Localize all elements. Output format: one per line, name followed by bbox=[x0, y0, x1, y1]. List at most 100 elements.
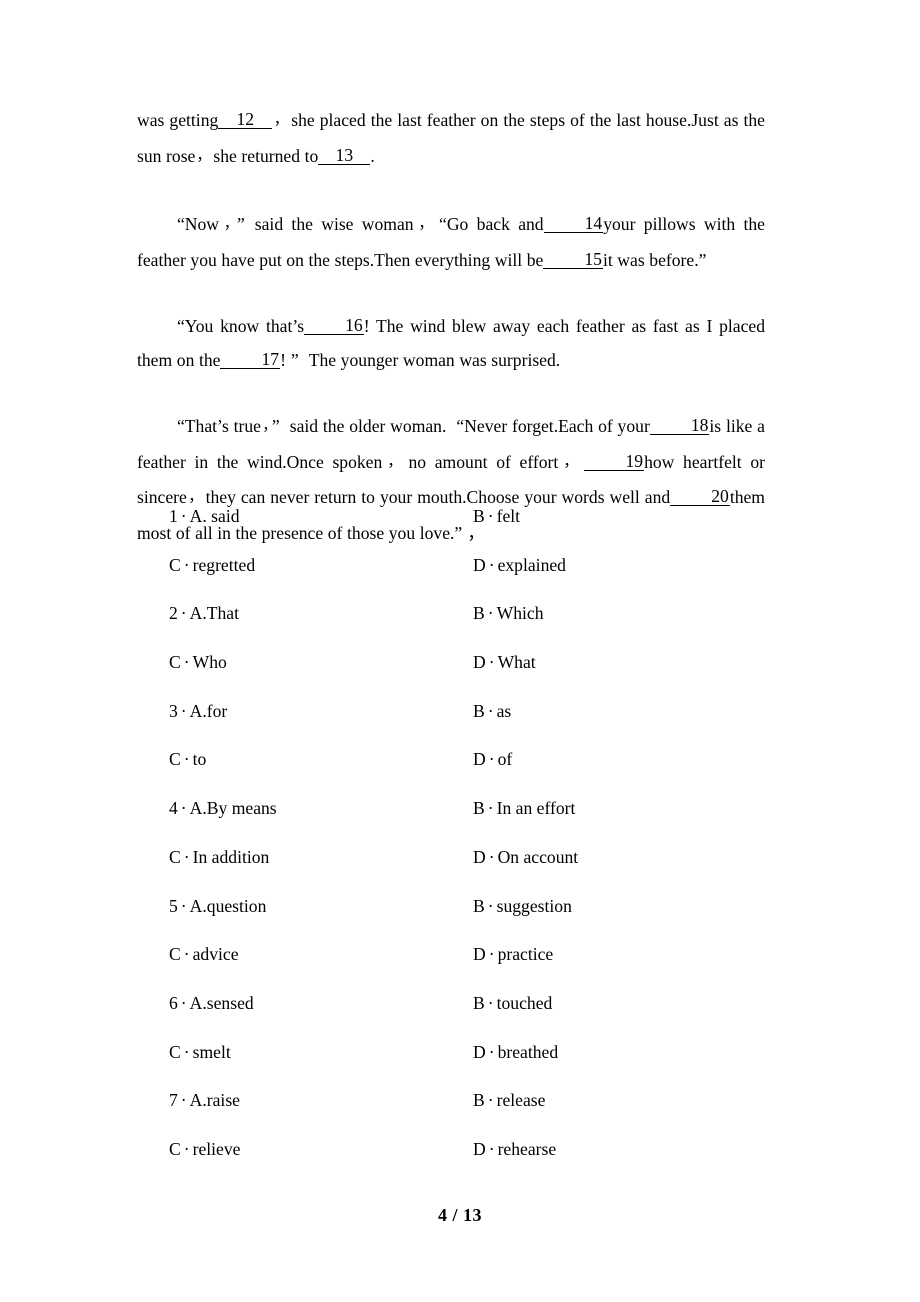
option-row: C · smelt D · breathed bbox=[137, 1028, 777, 1077]
ideographic-comma: ， bbox=[261, 418, 270, 434]
option-letter: C bbox=[169, 749, 181, 770]
middot-separator: · bbox=[487, 895, 494, 916]
option-letter: A. bbox=[189, 895, 207, 916]
option-text: In an effort bbox=[496, 798, 576, 819]
passage-text: was getting bbox=[137, 110, 219, 130]
cloze-blank-18[interactable]: 18 bbox=[649, 416, 710, 436]
cloze-blank-13[interactable]: 13 bbox=[318, 145, 371, 165]
option-letter: B bbox=[473, 895, 485, 916]
cloze-blank-12[interactable]: 12 bbox=[218, 110, 273, 130]
option-letter: B bbox=[473, 992, 485, 1013]
option-2-c[interactable]: C · Who bbox=[169, 638, 227, 687]
option-letter: C bbox=[169, 944, 181, 965]
option-2-d[interactable]: D · What bbox=[473, 638, 536, 687]
option-text: advice bbox=[192, 944, 239, 965]
question-number: 7 bbox=[169, 1090, 178, 1111]
middot-separator: · bbox=[487, 992, 494, 1013]
middot-separator: · bbox=[183, 749, 190, 770]
option-7-d[interactable]: D · rehearse bbox=[473, 1125, 556, 1174]
option-letter: D bbox=[473, 846, 486, 867]
option-7-b[interactable]: B · release bbox=[473, 1076, 545, 1125]
option-row: C · regretted D · explained bbox=[137, 541, 777, 590]
option-row: C · Who D · What bbox=[137, 638, 777, 687]
middot-separator: · bbox=[488, 749, 495, 770]
passage-text: it was before.” bbox=[602, 249, 707, 270]
option-1-d[interactable]: D · explained bbox=[473, 541, 566, 590]
option-3-c[interactable]: C · to bbox=[169, 735, 206, 784]
middot-separator: · bbox=[183, 652, 190, 673]
option-5-c[interactable]: C · advice bbox=[169, 930, 239, 979]
option-6-d[interactable]: D · breathed bbox=[473, 1028, 558, 1077]
option-letter: B bbox=[473, 798, 485, 819]
passage-text: “That’s true bbox=[177, 416, 261, 436]
option-text: relieve bbox=[192, 1138, 241, 1159]
option-letter: C bbox=[169, 1041, 181, 1062]
option-text: for bbox=[206, 700, 228, 721]
option-text: raise bbox=[206, 1090, 240, 1111]
option-row: 4 · A.By means B · In an effort bbox=[137, 784, 777, 833]
option-text: felt bbox=[496, 506, 521, 526]
option-letter: D bbox=[473, 1138, 486, 1159]
middot-separator: · bbox=[487, 603, 494, 624]
option-letter: D bbox=[473, 749, 486, 770]
option-text: as bbox=[496, 700, 512, 721]
middot-separator: · bbox=[183, 554, 190, 575]
option-row: 7 · A.raise B · release bbox=[137, 1076, 777, 1125]
option-letter: B bbox=[473, 603, 485, 624]
cloze-blank-17[interactable]: 17 bbox=[220, 349, 281, 369]
option-7-a[interactable]: 7 · A.raise bbox=[169, 1076, 240, 1125]
passage-text: “Never forget.Each of your bbox=[456, 416, 650, 436]
option-4-c[interactable]: C · In addition bbox=[169, 833, 269, 882]
option-text: breathed bbox=[497, 1041, 559, 1062]
ideographic-comma: ， bbox=[196, 147, 212, 164]
cloze-blank-16[interactable]: 16 bbox=[304, 316, 364, 336]
option-letter: C bbox=[169, 554, 181, 575]
option-text: of bbox=[497, 749, 513, 770]
passage-text: she returned to bbox=[213, 145, 319, 166]
middot-separator: · bbox=[488, 554, 495, 575]
option-4-a[interactable]: 4 · A.By means bbox=[169, 784, 277, 833]
option-1-b[interactable]: B · felt bbox=[473, 492, 520, 541]
cloze-blank-19[interactable]: 19 bbox=[584, 451, 645, 471]
option-5-d[interactable]: D · practice bbox=[473, 930, 553, 979]
middot-separator: · bbox=[183, 944, 190, 965]
option-3-a[interactable]: 3 · A.for bbox=[169, 687, 227, 736]
option-letter: A. bbox=[189, 506, 207, 526]
option-4-d[interactable]: D · On account bbox=[473, 833, 578, 882]
ideographic-comma: ， bbox=[273, 112, 290, 128]
option-3-b[interactable]: B · as bbox=[473, 687, 511, 736]
passage-text: ” bbox=[290, 349, 299, 370]
option-1-c[interactable]: C · regretted bbox=[169, 541, 255, 590]
option-row: 1 · A. said B · felt bbox=[137, 492, 777, 541]
option-text: Who bbox=[192, 652, 227, 673]
option-row: C · In addition D · On account bbox=[137, 833, 777, 882]
option-6-c[interactable]: C · smelt bbox=[169, 1028, 231, 1077]
option-letter: C bbox=[169, 846, 181, 867]
option-5-b[interactable]: B · suggestion bbox=[473, 882, 572, 931]
option-4-b[interactable]: B · In an effort bbox=[473, 784, 575, 833]
cloze-blank-15[interactable]: 15 bbox=[543, 249, 603, 269]
option-5-a[interactable]: 5 · A.question bbox=[169, 882, 266, 931]
middot-separator: · bbox=[488, 944, 495, 965]
option-6-a[interactable]: 6 · A.sensed bbox=[169, 979, 254, 1028]
option-1-a[interactable]: 1 · A. said bbox=[169, 492, 240, 541]
middot-separator: · bbox=[487, 506, 494, 526]
option-letter: A. bbox=[189, 1090, 207, 1111]
passage-text: ” bbox=[271, 416, 280, 436]
option-3-d[interactable]: D · of bbox=[473, 735, 512, 784]
passage-paragraph-2: “Now，” said the wise woman， “Go back and 14… bbox=[137, 208, 765, 277]
option-6-b[interactable]: B · touched bbox=[473, 979, 552, 1028]
option-text: sensed bbox=[206, 992, 254, 1013]
question-number: 6 bbox=[169, 992, 178, 1013]
middot-separator: · bbox=[183, 1138, 190, 1159]
middot-separator: · bbox=[487, 798, 494, 819]
option-letter: D bbox=[473, 554, 486, 575]
middot-separator: · bbox=[180, 798, 187, 819]
option-7-c[interactable]: C · relieve bbox=[169, 1125, 240, 1174]
question-number: 1 bbox=[169, 506, 178, 526]
cloze-blank-14[interactable]: 14 bbox=[543, 214, 604, 234]
option-2-a[interactable]: 2 · A.That bbox=[169, 589, 239, 638]
ideographic-comma: ， bbox=[414, 216, 438, 232]
option-2-b[interactable]: B · Which bbox=[473, 589, 544, 638]
